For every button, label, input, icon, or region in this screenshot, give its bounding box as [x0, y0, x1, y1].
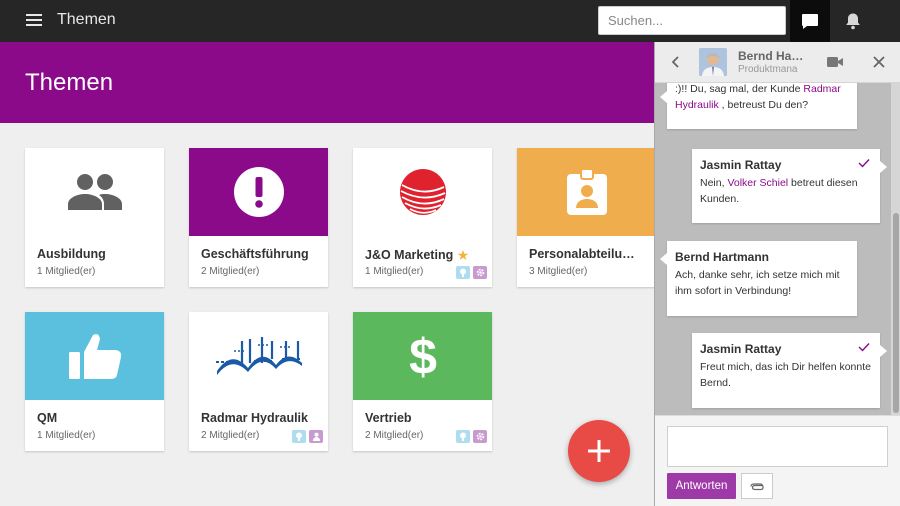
tile-member-count: 3 Mitglied(er) [529, 266, 588, 277]
chat-bubble-icon [802, 13, 818, 29]
reply-input[interactable] [667, 426, 888, 467]
tile-art [517, 148, 656, 236]
checkmark-icon [858, 343, 870, 352]
chat-scrollbar[interactable] [891, 83, 900, 415]
tile-member-count: 2 Mitglied(er) [201, 266, 260, 277]
plus-icon [588, 440, 610, 462]
tile-member-count: 1 Mitglied(er) [37, 266, 96, 277]
dollar-icon: $ [409, 330, 437, 382]
tile-name: Geschäftsführung [201, 247, 309, 261]
chat-button[interactable] [790, 0, 830, 42]
radmar-logo [215, 337, 302, 375]
person-icon [309, 430, 323, 443]
chat-compose: Antworten [655, 415, 900, 506]
chat-message: Jasmin Rattay Freut mich, das ich Dir he… [692, 333, 887, 408]
chat-message: :)!! Du, sag mal, der Kunde Radmar Hydra… [660, 83, 857, 129]
marketing-logo [399, 169, 446, 215]
chat-contact-role: Produktmana [738, 64, 798, 75]
hamburger-icon[interactable] [26, 14, 42, 26]
message-text: Ach, danke sehr, ich setze mich mit ihm … [675, 269, 840, 297]
tile-member-count: 1 Mitglied(er) [37, 430, 96, 441]
scrollbar-thumb[interactable] [893, 213, 899, 413]
chat-header: Bernd Ha… Produktmana [655, 42, 900, 83]
message-link[interactable]: Volker Schiel [727, 177, 788, 189]
paperclip-icon [750, 483, 764, 491]
topic-tile-geschaeftsfuehrung[interactable]: Geschäftsführung 2 Mitglied(er) [189, 148, 328, 287]
tile-art [189, 148, 328, 236]
tile-member-count: 2 Mitglied(er) [201, 430, 260, 441]
topic-tile-vertrieb[interactable]: $ Vertrieb 2 Mitglied(er) [353, 312, 492, 451]
message-sender: Bernd Hartmann [675, 250, 770, 264]
gear-icon [473, 266, 487, 279]
tile-art [25, 312, 164, 400]
chat-panel: Bernd Ha… Produktmana :)!! Du, sag mal, … [654, 42, 900, 506]
attach-button[interactable] [741, 473, 773, 499]
tile-name: Vertrieb [365, 411, 412, 425]
tile-badges [456, 430, 487, 443]
lightbulb-icon [456, 266, 470, 279]
topic-tile-personalabteilung[interactable]: Personalabteilu… 3 Mitglied(er) [517, 148, 656, 287]
tile-badges [292, 430, 323, 443]
bell-icon [846, 13, 860, 30]
chat-contact-name: Bernd Ha… [738, 49, 804, 63]
message-text-pre: :)!! Du, sag mal, der Kunde [675, 83, 804, 95]
tile-member-count: 1 Mitglied(er) [365, 266, 424, 277]
search-input[interactable] [598, 6, 786, 35]
message-sender: Jasmin Rattay [700, 158, 782, 172]
page-title: Themen [25, 69, 114, 96]
topic-tile-qm[interactable]: QM 1 Mitglied(er) [25, 312, 164, 451]
message-text-pre: Nein, [700, 177, 728, 189]
tile-member-count: 2 Mitglied(er) [365, 430, 424, 441]
tile-badges [456, 266, 487, 279]
id-badge-icon [566, 168, 607, 215]
add-topic-button[interactable] [568, 420, 630, 482]
checkmark-icon [858, 159, 870, 168]
lightbulb-icon [456, 430, 470, 443]
tile-art [353, 148, 492, 236]
topic-tile-radmar-hydraulik[interactable]: Radmar Hydraulik 2 Mitglied(er) [189, 312, 328, 451]
gear-icon [473, 430, 487, 443]
message-text: Freut mich, das ich Dir helfen konnte Be… [700, 361, 871, 389]
avatar [699, 48, 727, 76]
thumbs-up-icon [68, 334, 121, 379]
tile-name: J&O Marketing ★ [365, 247, 469, 264]
notifications-button[interactable] [833, 0, 873, 42]
message-text-post: , betreust Du den? [718, 99, 809, 111]
tile-name-text: J&O Marketing [365, 248, 454, 262]
star-icon: ★ [456, 247, 470, 263]
people-icon [67, 174, 122, 210]
app-title: Themen [57, 11, 116, 28]
tile-art: $ [353, 312, 492, 400]
tile-name: Ausbildung [37, 247, 106, 261]
chat-message: Bernd Hartmann Ach, danke sehr, ich setz… [660, 241, 857, 316]
lightbulb-icon [292, 430, 306, 443]
topic-tile-ausbildung[interactable]: Ausbildung 1 Mitglied(er) [25, 148, 164, 287]
reply-button[interactable]: Antworten [667, 473, 736, 499]
tile-art [189, 312, 328, 400]
chat-message: Jasmin Rattay Nein, Volker Schiel betreu… [692, 149, 887, 223]
video-camera-icon[interactable] [826, 55, 844, 69]
close-icon[interactable] [872, 55, 886, 69]
exclamation-icon [233, 167, 284, 217]
svg-text:$: $ [409, 330, 437, 382]
chevron-left-icon[interactable] [669, 55, 683, 69]
message-sender: Jasmin Rattay [700, 342, 782, 356]
page-header: Themen [0, 42, 654, 123]
top-bar: Themen [0, 0, 900, 42]
chat-messages[interactable]: :)!! Du, sag mal, der Kunde Radmar Hydra… [655, 83, 891, 415]
tile-art [25, 148, 164, 236]
tile-name: Personalabteilu… [529, 247, 635, 261]
topic-tile-jo-marketing[interactable]: J&O Marketing ★ 1 Mitglied(er) [353, 148, 492, 287]
tile-name: QM [37, 411, 58, 425]
tile-name: Radmar Hydraulik [201, 411, 308, 425]
